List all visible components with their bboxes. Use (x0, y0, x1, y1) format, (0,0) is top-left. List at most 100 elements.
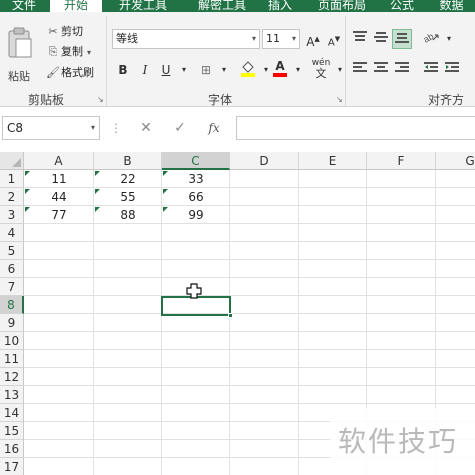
brush-icon: 🖌 (46, 66, 60, 79)
row-header-15[interactable]: 15 (0, 422, 24, 440)
enter-icon[interactable]: ✓ (170, 116, 190, 140)
align-middle-icon[interactable] (371, 29, 391, 49)
italic-button[interactable]: I (135, 60, 155, 80)
gridline (24, 403, 475, 404)
watermark: 软件技巧 (330, 408, 475, 475)
row-header-14[interactable]: 14 (0, 404, 24, 422)
column-header-a[interactable]: A (24, 152, 94, 170)
paste-button[interactable] (6, 26, 34, 60)
align-center-icon[interactable] (371, 60, 391, 80)
error-indicator-icon[interactable] (95, 207, 100, 212)
tab-decrypt-tools[interactable]: 解密工具 (186, 0, 258, 12)
row-header-12[interactable]: 12 (0, 368, 24, 386)
row-header-3[interactable]: 3 (0, 206, 24, 224)
row-header-11[interactable]: 11 (0, 350, 24, 368)
column-header-g[interactable]: G (436, 152, 475, 170)
align-top-icon[interactable] (350, 29, 370, 49)
font-name-select[interactable]: 等线 ▾ (112, 29, 260, 49)
cell-b3[interactable]: 88 (94, 206, 162, 224)
paste-label[interactable]: 粘贴 (8, 68, 30, 84)
error-indicator-icon[interactable] (163, 207, 168, 212)
cell-b1[interactable]: 22 (94, 170, 162, 188)
tab-developer[interactable]: 开发工具 (104, 0, 182, 12)
formula-input[interactable] (236, 116, 475, 140)
underline-button[interactable]: U (156, 60, 176, 80)
fill-color-button[interactable] (238, 58, 258, 78)
copy-button[interactable]: ⎘ 复制 ▾ (45, 44, 91, 60)
column-header-e[interactable]: E (299, 152, 367, 170)
orientation-dropdown-icon[interactable]: ▾ (439, 29, 459, 49)
error-indicator-icon[interactable] (25, 189, 30, 194)
tab-page-layout[interactable]: 页面布局 (306, 0, 378, 12)
cell-c2[interactable]: 66 (162, 188, 230, 206)
cell-c1[interactable]: 33 (162, 170, 230, 188)
more-options-icon[interactable]: ⋮ (110, 116, 122, 140)
gridline (298, 170, 299, 475)
copy-dropdown-icon[interactable]: ▾ (87, 48, 91, 57)
cell-a2[interactable]: 44 (24, 188, 94, 206)
column-header-b[interactable]: B (94, 152, 162, 170)
tab-insert[interactable]: 插入 (260, 0, 300, 12)
tab-formulas[interactable]: 公式 (382, 0, 422, 12)
row-header-17[interactable]: 17 (0, 458, 24, 475)
font-color-button[interactable]: A (270, 58, 290, 78)
align-right-icon[interactable] (392, 60, 412, 80)
row-header-7[interactable]: 7 (0, 278, 24, 296)
row-header-2[interactable]: 2 (0, 188, 24, 206)
font-launcher-icon[interactable]: ↘ (336, 95, 343, 104)
error-indicator-icon[interactable] (95, 171, 100, 176)
active-cell-c8[interactable] (161, 296, 233, 318)
border-icon[interactable]: ⊞ (196, 60, 216, 80)
row-header-9[interactable]: 9 (0, 314, 24, 332)
tab-data[interactable]: 数据 (428, 0, 475, 12)
decrease-indent-icon[interactable] (421, 60, 441, 80)
error-indicator-icon[interactable] (25, 171, 30, 176)
clipboard-launcher-icon[interactable]: ↘ (97, 95, 104, 104)
orientation-icon[interactable]: ab (421, 29, 441, 49)
error-indicator-icon[interactable] (95, 189, 100, 194)
format-painter-button[interactable]: 🖌格式刷 (45, 65, 94, 81)
underline-dropdown-icon[interactable]: ▾ (174, 60, 194, 80)
decrease-font-size-button[interactable]: A▼ (324, 29, 344, 49)
phonetic-guide-button[interactable]: wén 文 (310, 58, 332, 82)
name-box[interactable]: C8 ▾ (2, 116, 100, 140)
row-header-5[interactable]: 5 (0, 242, 24, 260)
cut-button[interactable]: ✂ 剪切 (45, 24, 83, 40)
cell-a3[interactable]: 77 (24, 206, 94, 224)
font-size-select[interactable]: 11 ▾ (262, 29, 300, 49)
watermark-text: 软件技巧 (338, 425, 459, 458)
row-header-8[interactable]: 8 (0, 296, 24, 314)
font-group-label: 字体 (208, 93, 233, 107)
column-header-d[interactable]: D (230, 152, 299, 170)
cancel-icon[interactable]: ✕ (136, 116, 156, 140)
fill-handle[interactable] (228, 313, 233, 318)
cell-b2[interactable]: 55 (94, 188, 162, 206)
row-header-6[interactable]: 6 (0, 260, 24, 278)
gridline (24, 385, 475, 386)
error-indicator-icon[interactable] (25, 207, 30, 212)
phonetic-dropdown-icon[interactable]: ▾ (330, 60, 350, 80)
tab-home[interactable]: 开始 (50, 0, 102, 12)
row-header-10[interactable]: 10 (0, 332, 24, 350)
row-header-16[interactable]: 16 (0, 440, 24, 458)
column-header-f[interactable]: F (367, 152, 436, 170)
column-header-c[interactable]: C (162, 152, 230, 170)
increase-indent-icon[interactable] (442, 60, 462, 80)
align-bottom-icon[interactable] (392, 29, 412, 49)
tab-file[interactable]: 文件 (0, 0, 48, 12)
insert-function-button[interactable]: fx (204, 116, 224, 140)
row-header-4[interactable]: 4 (0, 224, 24, 242)
increase-font-size-button[interactable]: A▲ (303, 29, 323, 49)
select-all-button[interactable] (0, 152, 24, 170)
border-dropdown-icon[interactable]: ▾ (214, 60, 234, 80)
error-indicator-icon[interactable] (163, 171, 168, 176)
cell-a1[interactable]: 11 (24, 170, 94, 188)
gridline (24, 313, 475, 314)
bold-button[interactable]: B (113, 60, 133, 80)
error-indicator-icon[interactable] (163, 189, 168, 194)
cell-c3[interactable]: 99 (162, 206, 230, 224)
font-color-dropdown-icon[interactable]: ▾ (288, 60, 308, 80)
row-header-13[interactable]: 13 (0, 386, 24, 404)
align-left-icon[interactable] (350, 60, 370, 80)
row-header-1[interactable]: 1 (0, 170, 24, 188)
